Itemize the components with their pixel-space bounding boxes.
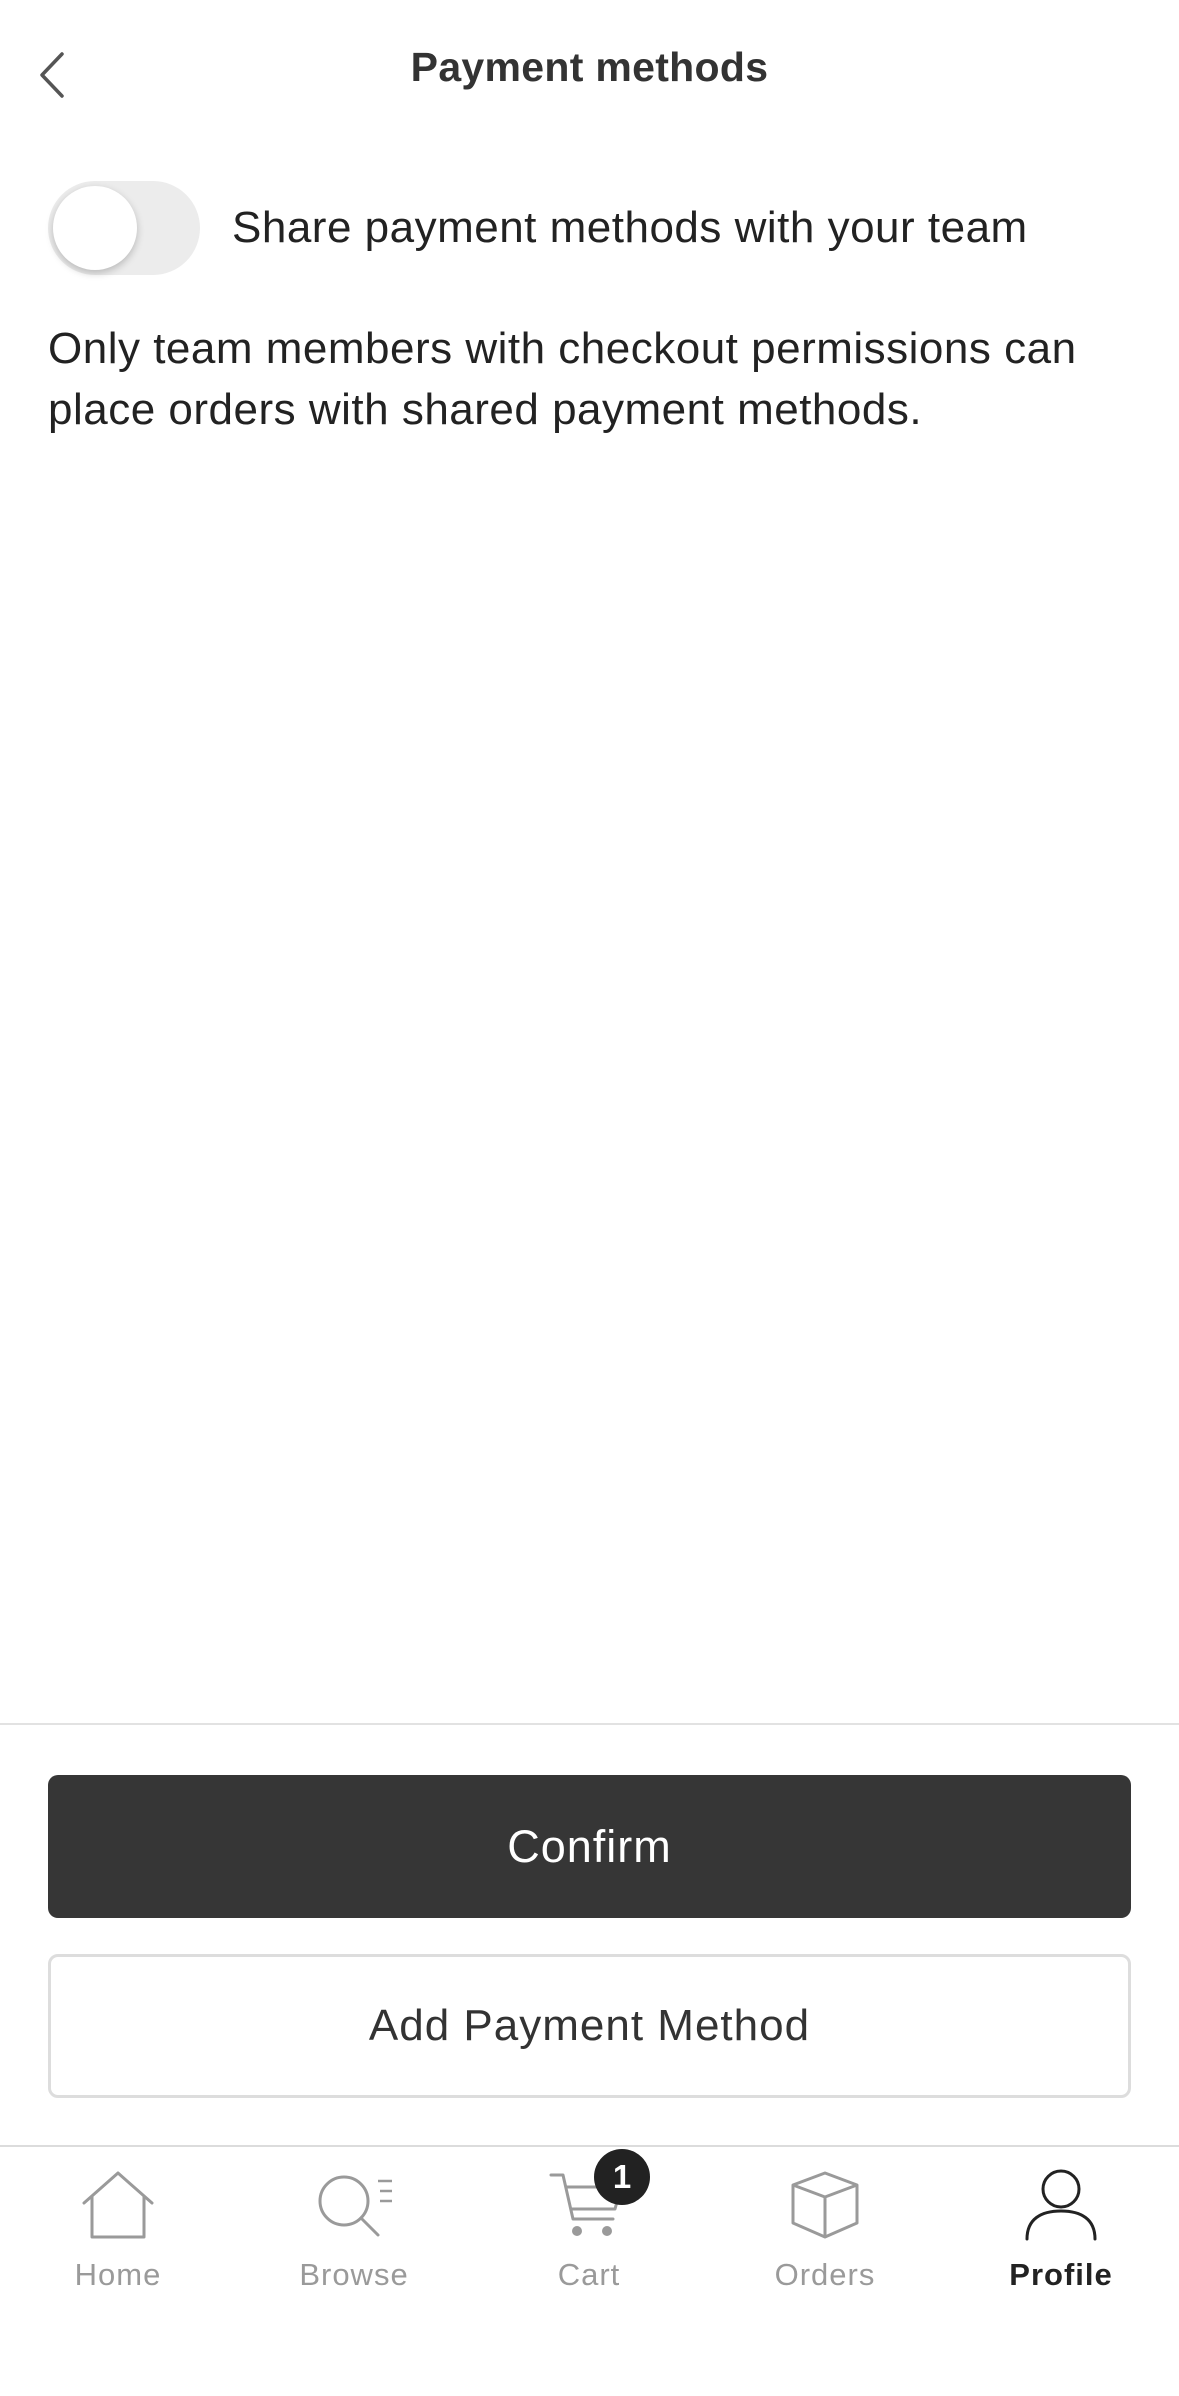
tab-cart-label: Cart (557, 2257, 621, 2292)
header-bar: Payment methods (0, 0, 1179, 140)
share-toggle-label: Share payment methods with your team (232, 202, 1028, 252)
tab-home-label: Home (74, 2257, 162, 2292)
share-payment-toggle[interactable] (48, 180, 200, 275)
tab-home[interactable]: Home (0, 2165, 236, 2325)
bottom-tab-bar: Home Browse 1 Cart Orders Profile (0, 2147, 1179, 2396)
cart-badge: 1 (594, 2149, 650, 2205)
browse-icon (309, 2165, 399, 2245)
tab-profile-label: Profile (1009, 2257, 1113, 2292)
add-payment-method-button[interactable]: Add Payment Method (48, 1954, 1131, 2098)
orders-icon (780, 2165, 870, 2245)
tab-cart[interactable]: 1 Cart (471, 2149, 707, 2325)
tab-profile[interactable]: Profile (943, 2165, 1179, 2325)
share-toggle-row: Share payment methods with your team (48, 180, 1028, 275)
profile-icon (1016, 2165, 1106, 2245)
tab-orders[interactable]: Orders (707, 2165, 943, 2325)
tab-browse-label: Browse (299, 2257, 409, 2292)
confirm-button[interactable]: Confirm (48, 1775, 1131, 1918)
actions-divider (0, 1723, 1179, 1725)
page-title: Payment methods (410, 44, 769, 90)
home-icon (73, 2165, 163, 2245)
cart-icon: 1 (544, 2149, 650, 2245)
toggle-knob (53, 185, 137, 270)
tab-orders-label: Orders (774, 2257, 876, 2292)
tab-browse[interactable]: Browse (236, 2165, 472, 2325)
permissions-description: Only team members with checkout permissi… (48, 324, 1077, 434)
